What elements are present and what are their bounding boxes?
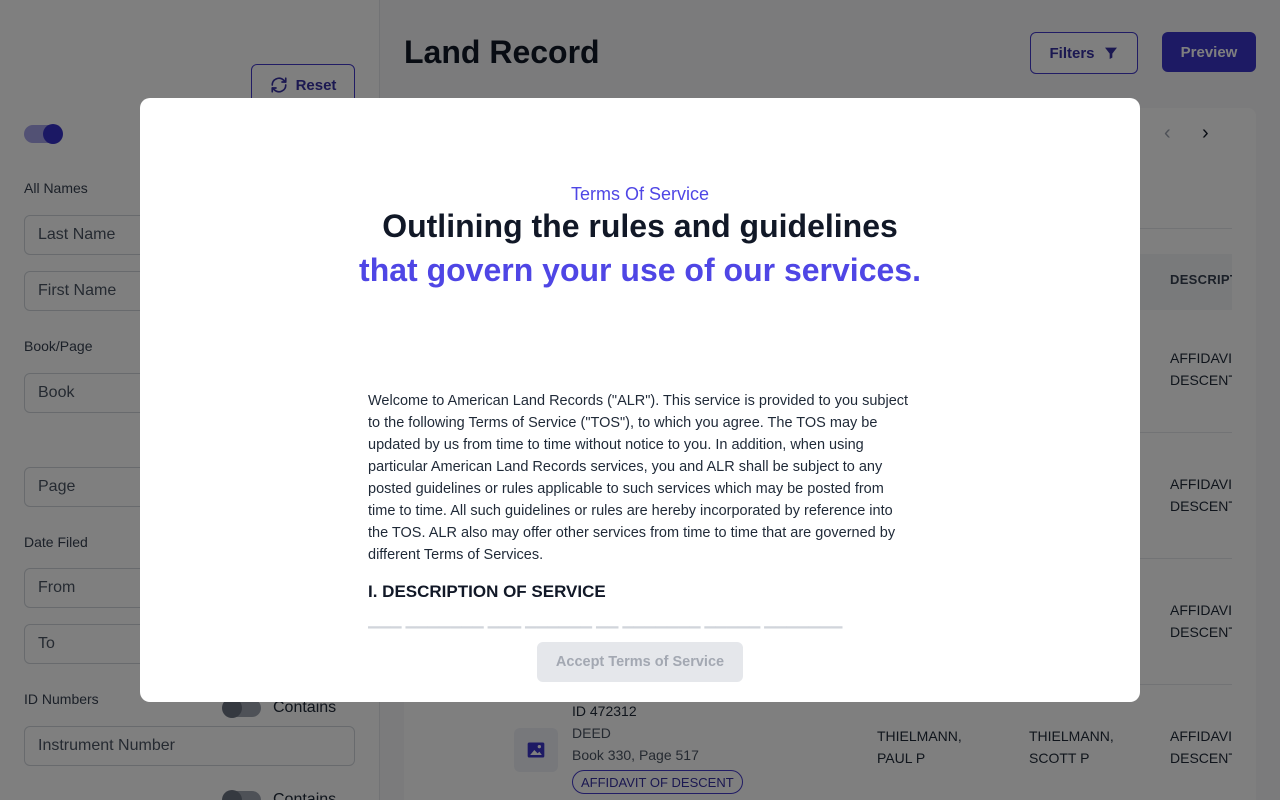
scroll-fade: ▁▁▁ ▁▁▁▁▁▁▁ ▁▁▁ ▁▁▁▁▁▁ ▁▁ ▁▁▁▁▁▁▁ ▁▁▁▁▁ … — [368, 610, 913, 640]
faded-text-hint: ▁▁▁ ▁▁▁▁▁▁▁ ▁▁▁ ▁▁▁▁▁▁ ▁▁ ▁▁▁▁▁▁▁ ▁▁▁▁▁ … — [368, 613, 843, 629]
accept-terms-button[interactable]: Accept Terms of Service — [537, 642, 743, 682]
section-heading: I. DESCRIPTION OF SERVICE — [368, 582, 606, 601]
modal-title: Outlining the rules and guidelines — [382, 208, 898, 244]
terms-body-text: Welcome to American Land Records ("ALR")… — [368, 393, 909, 563]
terms-of-service-modal: Terms Of Service Outlining the rules and… — [140, 98, 1140, 702]
modal-eyebrow: Terms Of Service — [570, 184, 710, 204]
modal-subtitle: that govern your use of our services. — [359, 252, 921, 288]
